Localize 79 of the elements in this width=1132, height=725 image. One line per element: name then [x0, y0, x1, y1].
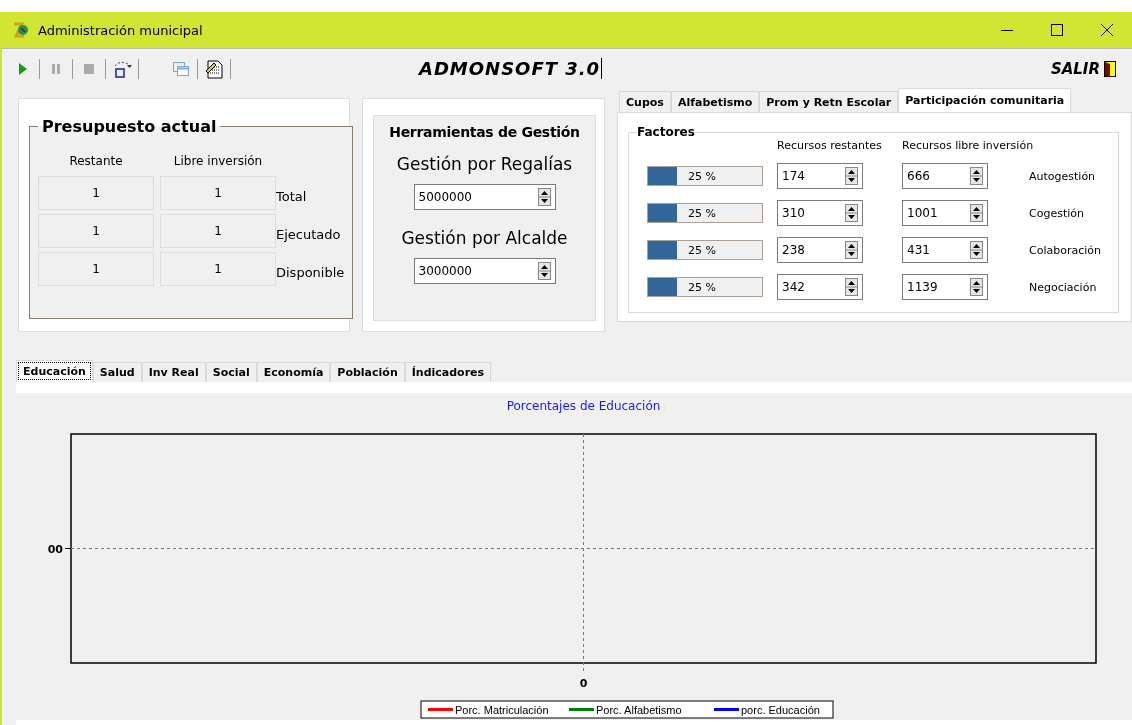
tab[interactable]: Salud — [92, 362, 142, 382]
chart-title: Porcentajes de Educación — [506, 399, 661, 413]
number-input[interactable]: 238 — [782, 243, 845, 257]
value-cell: 1 — [160, 176, 276, 210]
value-cell: 1 — [38, 176, 154, 210]
group-title: Presupuesto actual — [41, 117, 218, 136]
value-cell: 1 — [160, 214, 276, 248]
spin-arrows-icon[interactable] — [970, 167, 983, 185]
group-title: Factores — [637, 125, 695, 139]
tab[interactable]: Índicadores — [404, 362, 492, 382]
column-header: Restante — [68, 154, 124, 170]
app-icon — [12, 21, 30, 39]
row-label: Negociación — [1029, 280, 1098, 294]
number-input[interactable]: 174 — [782, 169, 845, 183]
field-label: Gestión por Alcalde — [401, 228, 568, 248]
row-label: Ejecutado — [276, 227, 342, 242]
door-icon — [1104, 60, 1116, 77]
tab[interactable]: Alfabetismo — [670, 91, 760, 112]
value-cell: 1 — [38, 214, 154, 248]
progress-reading: 25 % — [688, 243, 716, 257]
spin-box[interactable]: 666 — [902, 163, 988, 189]
number-input[interactable]: 310 — [782, 206, 845, 220]
number-input[interactable]: 666 — [907, 169, 970, 183]
number-input[interactable]: 5000000 — [418, 190, 538, 204]
spin-box[interactable]: 3000000 — [413, 258, 556, 284]
row-label: Total — [276, 189, 308, 204]
progress-reading: 25 % — [688, 169, 716, 183]
spin-arrows-icon[interactable] — [845, 204, 858, 222]
progress-reading: 25 % — [688, 206, 716, 220]
legend-label: Porc. Matriculación — [455, 704, 549, 716]
row-label: Autogestión — [1029, 169, 1097, 183]
legend-label: Porc. Alfabetismo — [596, 704, 682, 716]
app-title: ADMONSOFT 3.0 — [419, 58, 603, 79]
progress-reading: 25 % — [688, 280, 716, 294]
spin-box[interactable]: 310 — [777, 200, 863, 226]
row-label: Colaboración — [1029, 243, 1102, 257]
value-cell: 1 — [38, 252, 154, 286]
tab[interactable]: Población — [330, 362, 405, 382]
maximize-icon — [1051, 24, 1063, 36]
number-input[interactable]: 431 — [907, 243, 970, 257]
window-title: Administración municipal — [38, 22, 203, 38]
spin-arrows-icon[interactable] — [970, 241, 983, 259]
tab[interactable]: Cupos — [619, 91, 671, 112]
spin-arrows-icon[interactable] — [537, 262, 551, 280]
axis-tick-label: 0 — [579, 677, 588, 690]
spin-box[interactable]: 238 — [777, 237, 863, 263]
panel-title: Herramientas de Gestión — [389, 124, 580, 140]
row-label: Disponible — [276, 265, 345, 280]
tab[interactable]: Social — [205, 362, 257, 382]
tab[interactable]: Educación — [16, 360, 93, 382]
spin-arrows-icon[interactable] — [537, 188, 551, 206]
spin-arrows-icon[interactable] — [970, 278, 983, 296]
spin-arrows-icon[interactable] — [845, 241, 858, 259]
number-input[interactable]: 3000000 — [418, 264, 538, 278]
tab[interactable]: Inv Real — [141, 362, 206, 382]
axis-tick-label: 00 — [47, 542, 63, 556]
column-header: Recursos restantes — [777, 139, 883, 152]
value-cell: 1 — [160, 252, 276, 286]
field-label: Gestión por Regalías — [396, 154, 573, 174]
spin-box[interactable]: 342 — [777, 274, 863, 300]
spin-box[interactable]: 5000000 — [413, 184, 556, 210]
tab[interactable]: Economía — [256, 362, 331, 382]
number-input[interactable]: 342 — [782, 280, 845, 294]
spin-arrows-icon[interactable] — [845, 167, 858, 185]
column-header: Libre inversión — [172, 154, 264, 170]
tab[interactable]: Prom y Retn Escolar — [759, 91, 899, 112]
spin-arrows-icon[interactable] — [845, 278, 858, 296]
legend-label: porc. Educación — [741, 704, 820, 716]
tab[interactable]: Participación comunitaria — [898, 88, 1072, 112]
spin-box[interactable]: 1001 — [902, 200, 988, 226]
spin-box[interactable]: 1139 — [902, 274, 988, 300]
number-input[interactable]: 1001 — [907, 206, 970, 220]
exit-button[interactable]: SALIR — [1050, 59, 1116, 78]
row-label: Cogestión — [1029, 206, 1085, 220]
close-icon — [1101, 24, 1113, 36]
spin-arrows-icon[interactable] — [970, 204, 983, 222]
spin-box[interactable]: 174 — [777, 163, 863, 189]
spin-box[interactable]: 431 — [902, 237, 988, 263]
number-input[interactable]: 1139 — [907, 280, 970, 294]
